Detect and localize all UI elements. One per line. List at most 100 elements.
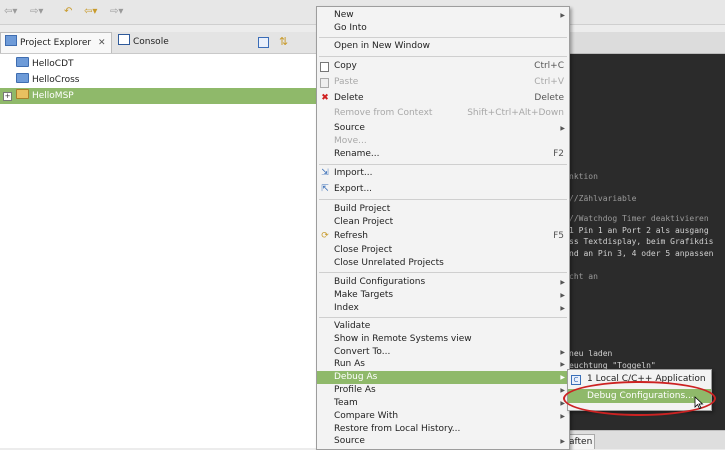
tab-console-label: Console	[133, 37, 169, 47]
nav-back-icon[interactable]: ⇦▾	[4, 5, 17, 18]
menu-item-open-in-new-window[interactable]: Open in New Window	[317, 40, 569, 53]
menu-item-source[interactable]: Source ▶	[317, 122, 569, 135]
menu-separator	[319, 317, 567, 318]
menu-item-new[interactable]: New ▶	[317, 9, 569, 22]
menu-item-index[interactable]: Index ▶	[317, 302, 569, 315]
submenu-arrow-icon: ▶	[560, 292, 565, 299]
menu-separator	[319, 164, 567, 165]
code-line: ss Textdisplay, beim Grafikdis	[569, 237, 714, 246]
code-line: neu laden	[569, 349, 613, 358]
menu-item-shortcut: Shift+Ctrl+Alt+Down	[467, 108, 564, 118]
menu-item-refresh[interactable]: ⟳ Refresh F5	[317, 230, 569, 243]
submenu-arrow-icon: ▶	[560, 438, 565, 445]
menu-separator	[319, 199, 567, 200]
menu-item-run-as[interactable]: Run As ▶	[317, 358, 569, 371]
menu-item-move[interactable]: Move...	[317, 135, 569, 148]
link-editor-icon[interactable]: ⇅	[279, 35, 288, 48]
menu-item-label: New	[334, 10, 354, 20]
menu-item-shortcut: Ctrl+V	[534, 77, 564, 87]
tree-item-hellocross[interactable]: HelloCross	[0, 72, 316, 88]
menu-item-profile-as[interactable]: Profile As ▶	[317, 384, 569, 397]
copy-icon	[320, 62, 329, 72]
menu-item-label: Build Project	[334, 204, 391, 214]
last-edit-icon[interactable]: ↶	[64, 5, 72, 18]
menu-item-copy[interactable]: Copy Ctrl+C	[317, 60, 569, 73]
tree-item-hellocdt[interactable]: HelloCDT	[0, 56, 316, 72]
view-tab-bar: Project Explorer ✕ Console ⇅	[0, 32, 316, 54]
collapse-all-icon[interactable]	[258, 37, 269, 48]
menu-separator	[319, 37, 567, 38]
tree-item-hellomsp[interactable]: + HelloMSP	[0, 88, 316, 104]
menu-item-label: Show in Remote Systems view	[334, 334, 472, 344]
menu-item-debug-as[interactable]: Debug As ▶	[317, 371, 569, 384]
menu-item-label: Close Project	[334, 245, 393, 255]
menu-item-clean-project[interactable]: Clean Project	[317, 216, 569, 229]
menu-item-label: Source	[334, 123, 365, 133]
tab-console[interactable]: Console	[114, 32, 174, 52]
menu-item-shortcut: F2	[553, 149, 564, 159]
menu-item-label: Go Into	[334, 23, 367, 33]
menu-item-delete[interactable]: ✖ Delete Delete	[317, 92, 569, 105]
menu-item-label: Clean Project	[334, 217, 394, 227]
back-icon[interactable]: ⇦▾	[84, 5, 97, 18]
menu-item-build-configurations[interactable]: Build Configurations ▶	[317, 276, 569, 289]
code-line: //Watchdog Timer deaktivieren	[569, 214, 709, 223]
menu-item-label: Refresh	[334, 231, 368, 241]
project-folder-icon	[16, 73, 29, 83]
submenu-arrow-icon: ▶	[560, 374, 565, 381]
menu-item-compare-with[interactable]: Compare With ▶	[317, 410, 569, 423]
menu-item-show-in-remote-systems[interactable]: Show in Remote Systems view	[317, 333, 569, 346]
expand-icon[interactable]: +	[3, 92, 12, 101]
menu-item-label: Profile As	[334, 385, 376, 395]
menu-item-label: Import...	[334, 168, 373, 178]
submenu-arrow-icon: ▶	[560, 361, 565, 368]
nav-forward-icon[interactable]: ⇨▾	[30, 5, 43, 18]
menu-item-go-into[interactable]: Go Into	[317, 22, 569, 35]
refresh-icon: ⟳	[321, 231, 329, 241]
c-application-icon: C	[571, 375, 581, 385]
menu-item-paste[interactable]: Paste Ctrl+V	[317, 76, 569, 89]
export-icon: ⇱	[321, 184, 329, 194]
console-icon	[118, 34, 130, 45]
menu-item-close-project[interactable]: Close Project	[317, 244, 569, 257]
menu-item-label: Compare With	[334, 411, 399, 421]
code-line: nd an Pin 3, 4 oder 5 anpassen	[569, 249, 714, 258]
menu-item-remove-from-context[interactable]: Remove from Context Shift+Ctrl+Alt+Down	[317, 107, 569, 120]
menu-item-label: Close Unrelated Projects	[334, 258, 444, 268]
menu-item-label: Copy	[334, 61, 357, 71]
menu-item-import[interactable]: ⇲ Import...	[317, 167, 569, 180]
tab-properties[interactable]: aften	[566, 434, 596, 449]
menu-separator	[319, 56, 567, 57]
submenu-arrow-icon: ▶	[560, 305, 565, 312]
menu-item-close-unrelated-projects[interactable]: Close Unrelated Projects	[317, 257, 569, 270]
menu-item-build-project[interactable]: Build Project	[317, 203, 569, 216]
code-line: //Zählvariable	[569, 194, 637, 203]
code-line: 1 Pin 1 an Port 2 als ausgang	[569, 226, 709, 235]
menu-item-make-targets[interactable]: Make Targets ▶	[317, 289, 569, 302]
submenu-arrow-icon: ▶	[560, 279, 565, 286]
menu-item-validate[interactable]: Validate	[317, 320, 569, 333]
tab-project-explorer[interactable]: Project Explorer ✕	[0, 32, 112, 53]
menu-item-label: Move...	[334, 136, 367, 146]
menu-item-label: Index	[334, 303, 359, 313]
folder-icon	[5, 35, 17, 46]
project-folder-icon	[16, 57, 29, 67]
delete-icon: ✖	[321, 93, 329, 103]
menu-item-label: Validate	[334, 321, 371, 331]
menu-item-export[interactable]: ⇱ Export...	[317, 183, 569, 196]
project-folder-icon	[16, 89, 29, 99]
menu-item-team[interactable]: Team ▶	[317, 397, 569, 410]
editor-tab-bar	[567, 32, 725, 54]
menu-item-rename[interactable]: Rename... F2	[317, 148, 569, 161]
mouse-cursor-icon	[694, 396, 704, 409]
close-icon[interactable]: ✕	[98, 38, 106, 48]
tree-item-label: HelloCDT	[32, 59, 74, 69]
submenu-arrow-icon: ▶	[560, 12, 565, 19]
menu-item-source-2[interactable]: Source ▶	[317, 435, 569, 448]
menu-item-label: Rename...	[334, 149, 380, 159]
menu-item-label: Build Configurations	[334, 277, 426, 287]
menu-item-label: Remove from Context	[334, 108, 433, 118]
submenu-arrow-icon: ▶	[560, 413, 565, 420]
forward-icon[interactable]: ⇨▾	[110, 5, 123, 18]
menu-item-label: Paste	[334, 77, 359, 87]
